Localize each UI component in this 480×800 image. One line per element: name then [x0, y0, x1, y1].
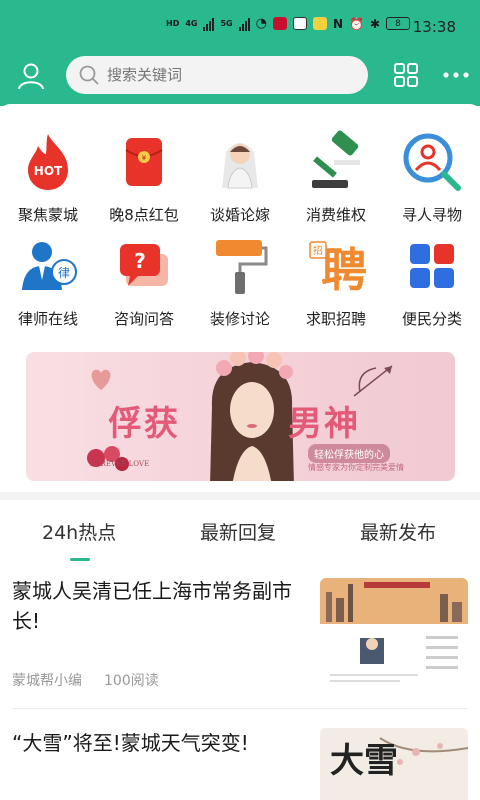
promo-banner[interactable]: FOREVER LOVE 俘获 男神 轻松俘获他的心 情感专家为你定制完美爱情 — [26, 352, 455, 481]
category-consumer-rights[interactable]: 消费维权 — [288, 130, 384, 225]
tab-24h-hot[interactable]: 24h热点 — [42, 518, 116, 545]
hot-flame-icon: HOT — [28, 134, 68, 190]
category-person-search[interactable]: 寻人寻物 — [384, 130, 480, 225]
more-options-icon[interactable] — [443, 68, 469, 82]
category-label: 便民分类 — [401, 310, 462, 328]
svg-text:¥: ¥ — [142, 154, 147, 162]
category-label: 求职招聘 — [305, 310, 366, 328]
network-4g-label: 4G — [185, 19, 198, 28]
model-portrait-image — [210, 352, 294, 481]
section-divider — [0, 492, 480, 500]
category-qa[interactable]: ? 咨询问答 — [96, 234, 192, 329]
category-label: 寻人寻物 — [401, 206, 462, 224]
banner-title-right: 男神 — [288, 404, 360, 444]
status-bar: HD 4G 5G ◔ N ⏰ ✱ 8 13:38 — [0, 0, 480, 56]
category-renovation[interactable]: 装修讨论 — [192, 234, 288, 329]
bride-icon — [222, 143, 258, 189]
category-tiles-icon — [410, 244, 454, 288]
news-read-count: 100阅读 — [104, 673, 159, 689]
category-jobs[interactable]: 聘 招 求职招聘 — [288, 234, 384, 329]
search-icon — [79, 65, 99, 85]
nfc-icon: N — [332, 16, 344, 31]
category-label: 晚8点红包 — [109, 206, 179, 224]
hd-indicator: HD — [166, 19, 180, 28]
network-5g-label: 5G — [220, 19, 233, 28]
bluetooth-icon: ✱ — [369, 16, 381, 31]
person-search-icon — [403, 133, 461, 191]
news-separator — [12, 708, 468, 709]
user-profile-icon[interactable] — [16, 61, 46, 91]
category-label: 消费维权 — [305, 206, 366, 224]
news-title[interactable]: “大雪”将至!蒙城天气突变! — [12, 728, 304, 758]
recruit-badge: 聘 — [321, 243, 367, 297]
banner-title-left: 俘获 — [108, 404, 180, 444]
category-label: 咨询问答 — [113, 310, 174, 328]
category-classifieds[interactable]: 便民分类 — [384, 234, 480, 329]
signal-icon-2 — [238, 17, 250, 31]
banner-watermark: FOREVER LOVE — [90, 460, 150, 468]
lawyer-badge: 律 — [58, 266, 70, 280]
search-input[interactable] — [107, 56, 357, 94]
active-tab-indicator — [70, 558, 90, 561]
banner-subtitle: 轻松俘获他的心 — [308, 444, 390, 463]
category-juji-mengcheng[interactable]: HOT 聚焦蒙城 — [0, 130, 96, 225]
banner-caption: 情感专家为你定制完美爱情 — [308, 463, 404, 472]
red-envelope-icon: ¥ — [125, 138, 163, 186]
battery-icon: 8 — [386, 17, 411, 30]
category-label: 聚焦蒙城 — [17, 206, 78, 224]
news-thumbnail-image — [320, 578, 468, 690]
question-badge: ? — [134, 249, 146, 273]
alarm-icon: ⏰ — [349, 16, 364, 31]
category-lawyer-online[interactable]: 律 律师在线 — [0, 234, 96, 329]
hot-badge: HOT — [34, 164, 63, 178]
news-title[interactable]: 蒙城人吴清已任上海市常务副市长! — [12, 576, 304, 636]
lawyer-icon: 律 — [22, 242, 77, 290]
heart-decor-icon — [91, 369, 111, 390]
category-label: 装修讨论 — [209, 310, 270, 328]
wifi-icon: ◔ — [255, 16, 267, 31]
gavel-icon — [312, 130, 360, 188]
category-label: 律师在线 — [17, 310, 78, 328]
recruit-icon: 聘 招 — [309, 241, 367, 297]
wechat-icon — [292, 17, 307, 30]
recruit-small-badge: 招 — [313, 244, 323, 257]
tab-latest-replies[interactable]: 最新回复 — [200, 518, 276, 545]
tab-latest-posts[interactable]: 最新发布 — [360, 518, 436, 545]
cupid-arrow-icon — [353, 365, 393, 397]
battery-level: 8 — [395, 18, 401, 29]
news-thumbnail[interactable]: 大雪 — [320, 728, 468, 800]
category-marriage[interactable]: 谈婚论嫁 — [192, 130, 288, 225]
news-author: 蒙城帮小编 — [12, 673, 82, 689]
news-thumbnail[interactable] — [320, 578, 468, 690]
thumb-title-text: 大雪 — [330, 741, 398, 781]
paint-roller-icon — [216, 240, 268, 294]
signal-icon — [203, 17, 215, 31]
question-bubble-icon: ? — [120, 244, 168, 286]
content-top-edge — [0, 104, 480, 116]
app-notification-icon — [272, 17, 287, 30]
status-time: 13:38 — [412, 18, 456, 36]
status-icons: HD 4G 5G ◔ N ⏰ ✱ 8 — [166, 16, 411, 31]
news-thumbnail-image: 大雪 — [320, 728, 468, 800]
grid-menu-icon[interactable] — [393, 62, 419, 88]
app-notification-icon-2 — [312, 17, 327, 30]
roses-decor-icon — [87, 446, 129, 471]
category-red-envelope[interactable]: ¥ 晚8点红包 — [96, 130, 192, 225]
category-label: 谈婚论嫁 — [209, 206, 270, 224]
